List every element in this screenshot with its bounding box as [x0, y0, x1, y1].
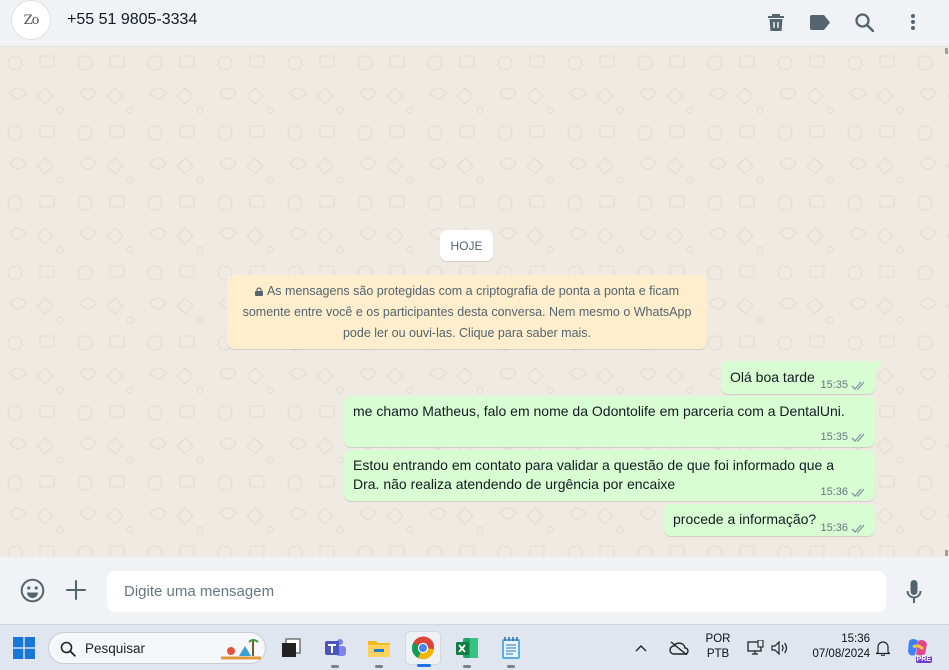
scroll-up-arrow[interactable]: [945, 48, 948, 54]
running-indicator: [331, 665, 339, 668]
excel-icon[interactable]: [449, 631, 485, 668]
taskbar-search-label: Pesquisar: [85, 641, 146, 656]
network-icon[interactable]: [744, 631, 766, 665]
message-text-line-1: Estou entrando em contato para validar a…: [353, 457, 834, 473]
running-indicator: [463, 665, 471, 668]
language-indicator[interactable]: POR PTB: [702, 632, 734, 662]
running-indicator: [417, 664, 431, 667]
message-time: 15:36: [820, 522, 848, 534]
outgoing-message[interactable]: me chamo Matheus, falo em nome da Odonto…: [344, 396, 875, 447]
preview-badge: PRE: [915, 656, 932, 663]
label-icon[interactable]: [806, 8, 834, 36]
bubble-tail: [874, 361, 882, 373]
encryption-notice-line: As mensagens são protegidas com a cripto…: [241, 281, 693, 302]
encryption-notice[interactable]: As mensagens são protegidas com a cripto…: [227, 275, 707, 349]
plus-icon[interactable]: [61, 575, 91, 605]
contact-avatar[interactable]: Zo: [11, 0, 51, 40]
delete-icon[interactable]: [762, 8, 790, 36]
copilot-icon[interactable]: PRE: [903, 631, 933, 665]
keyboard-layout: PTB: [706, 648, 730, 660]
avatar-logo-text: Zo: [23, 12, 40, 28]
chrome-icon[interactable]: [405, 631, 441, 667]
message-text: Olá boa tarde: [730, 369, 815, 385]
search-highlight-icon: [221, 639, 261, 660]
double-check-icon: [851, 381, 865, 390]
clock-time: 15:36: [841, 633, 870, 645]
double-check-icon: [851, 488, 865, 497]
volume-icon[interactable]: [768, 631, 792, 665]
notification-bell-icon[interactable]: [872, 631, 894, 665]
encryption-notice-text-2: somente entre você e os participantes de…: [242, 305, 692, 319]
teams-icon[interactable]: [317, 631, 353, 668]
windows-start-icon[interactable]: [6, 631, 42, 665]
taskbar-search[interactable]: Pesquisar: [48, 632, 266, 664]
cloud-offline-icon[interactable]: [666, 631, 692, 665]
search-icon: [60, 641, 76, 657]
message-text-line-2: Dra. não realiza atendendo de urgência p…: [353, 476, 676, 492]
microphone-icon[interactable]: [899, 577, 929, 607]
clock-date: 07/08/2024: [812, 648, 870, 660]
search-icon[interactable]: [850, 8, 878, 36]
message-input[interactable]: Digite uma mensagem: [107, 571, 886, 612]
message-text: procede a informação?: [673, 511, 817, 527]
outgoing-message[interactable]: Estou entrando em contato para validar a…: [344, 450, 875, 501]
message-text: me chamo Matheus, falo em nome da Odonto…: [353, 403, 845, 419]
conversation-panel[interactable]: HOJE As mensagens são protegidas com a c…: [0, 48, 949, 556]
clock[interactable]: 15:36 07/08/2024: [800, 632, 870, 662]
file-explorer-icon[interactable]: [361, 631, 397, 668]
message-time: 15:36: [820, 486, 848, 498]
running-indicator: [375, 665, 383, 668]
contact-name[interactable]: +55 51 9805-3334: [67, 11, 197, 29]
message-time: 15:35: [820, 379, 848, 391]
encryption-notice-text-1: As mensagens são protegidas com a cripto…: [266, 284, 680, 298]
message-meta: 15:36: [820, 519, 867, 538]
task-view-icon[interactable]: [273, 631, 309, 665]
running-indicator: [507, 665, 515, 668]
message-meta: 15:36: [820, 483, 867, 502]
encryption-notice-text-3: pode ler ou ouvi-las. Clique para saber …: [342, 326, 592, 340]
emoji-icon[interactable]: [17, 575, 47, 605]
message-time: 15:35: [820, 431, 848, 443]
scroll-down-arrow[interactable]: [945, 550, 948, 556]
menu-icon[interactable]: [899, 8, 927, 36]
double-check-icon: [851, 433, 865, 442]
language-code: POR: [705, 633, 731, 645]
message-meta: 15:35: [820, 376, 867, 395]
outgoing-message[interactable]: procede a informação? 15:36: [664, 504, 875, 536]
double-check-icon: [851, 524, 865, 533]
outgoing-message[interactable]: Olá boa tarde 15:35: [721, 361, 882, 395]
date-divider: HOJE: [440, 230, 493, 261]
message-meta: 15:35: [820, 428, 867, 447]
chevron-up-icon[interactable]: [630, 631, 652, 665]
lock-icon: [254, 287, 263, 296]
chat-scrollbar[interactable]: [944, 48, 949, 556]
compose-bar: Digite uma mensagem: [0, 557, 949, 624]
notepad-icon[interactable]: [493, 631, 529, 668]
chat-header: Zo +55 51 9805-3334: [0, 0, 949, 47]
windows-taskbar: Pesquisar POR PTB 15:36 07/08/2024 PRE: [0, 624, 949, 670]
